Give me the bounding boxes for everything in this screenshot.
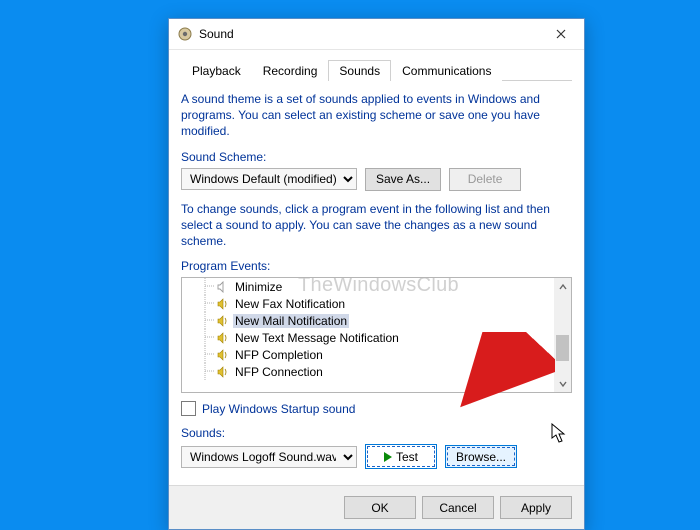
- list-item-label: New Text Message Notification: [233, 331, 401, 345]
- scroll-up-button[interactable]: [554, 278, 571, 295]
- sound-dialog: Sound Playback Recording Sounds Communic…: [168, 18, 585, 530]
- tabstrip: Playback Recording Sounds Communications: [181, 58, 572, 81]
- speaker-icon: [216, 332, 230, 344]
- list-item-label: Minimize: [233, 280, 284, 294]
- events-label: Program Events:: [181, 259, 572, 273]
- tree-connector-icon: [200, 363, 216, 380]
- speaker-icon: [216, 366, 230, 378]
- tree-connector-icon: [200, 329, 216, 346]
- speaker-icon: [216, 349, 230, 361]
- startup-sound-checkbox[interactable]: Play Windows Startup sound: [181, 401, 572, 416]
- test-button[interactable]: Test: [365, 444, 437, 469]
- list-item[interactable]: New Fax Notification: [182, 295, 554, 312]
- list-item-label: New Fax Notification: [233, 297, 347, 311]
- sounds-label: Sounds:: [181, 426, 572, 440]
- tab-recording[interactable]: Recording: [252, 60, 329, 81]
- play-icon: [384, 452, 392, 462]
- scheme-combo[interactable]: Windows Default (modified): [181, 168, 357, 190]
- dialog-buttons: OK Cancel Apply: [169, 485, 584, 529]
- sounds-combo[interactable]: Windows Logoff Sound.wav: [181, 446, 357, 468]
- ok-button[interactable]: OK: [344, 496, 416, 519]
- tree-connector-icon: [200, 295, 216, 312]
- sound-icon: [177, 26, 193, 42]
- list-item[interactable]: NFP Connection: [182, 363, 554, 380]
- tree-connector-icon: [200, 346, 216, 363]
- browse-button[interactable]: Browse...: [445, 445, 517, 468]
- tree-connector-icon: [200, 278, 216, 295]
- delete-button: Delete: [449, 168, 521, 191]
- list-item[interactable]: NFP Completion: [182, 346, 554, 363]
- program-events-list[interactable]: Minimize New Fax Notification New Mail Not…: [181, 277, 572, 393]
- titlebar: Sound: [169, 19, 584, 50]
- list-item-label: NFP Connection: [233, 365, 325, 379]
- checkbox-icon: [181, 401, 196, 416]
- cancel-button[interactable]: Cancel: [422, 496, 494, 519]
- scheme-label: Sound Scheme:: [181, 150, 572, 164]
- scroll-track[interactable]: [554, 295, 571, 375]
- speaker-icon: [216, 281, 230, 293]
- tab-sounds[interactable]: Sounds: [328, 60, 391, 81]
- window-title: Sound: [199, 27, 538, 41]
- list-item[interactable]: New Mail Notification: [182, 312, 554, 329]
- list-item[interactable]: New Text Message Notification: [182, 329, 554, 346]
- tab-communications[interactable]: Communications: [391, 60, 502, 81]
- speaker-icon: [216, 298, 230, 310]
- startup-sound-label: Play Windows Startup sound: [202, 402, 355, 416]
- scrollbar[interactable]: [554, 278, 571, 392]
- list-item-label: NFP Completion: [233, 348, 325, 362]
- scroll-down-button[interactable]: [554, 375, 571, 392]
- theme-description: A sound theme is a set of sounds applied…: [181, 91, 572, 140]
- events-description: To change sounds, click a program event …: [181, 201, 572, 250]
- tree-connector-icon: [200, 312, 216, 329]
- list-item-label: New Mail Notification: [233, 314, 349, 328]
- apply-button[interactable]: Apply: [500, 496, 572, 519]
- list-item[interactable]: Minimize: [182, 278, 554, 295]
- tab-playback[interactable]: Playback: [181, 60, 252, 81]
- scroll-thumb[interactable]: [556, 335, 569, 361]
- speaker-icon: [216, 315, 230, 327]
- save-as-button[interactable]: Save As...: [365, 168, 441, 191]
- close-button[interactable]: [538, 19, 584, 49]
